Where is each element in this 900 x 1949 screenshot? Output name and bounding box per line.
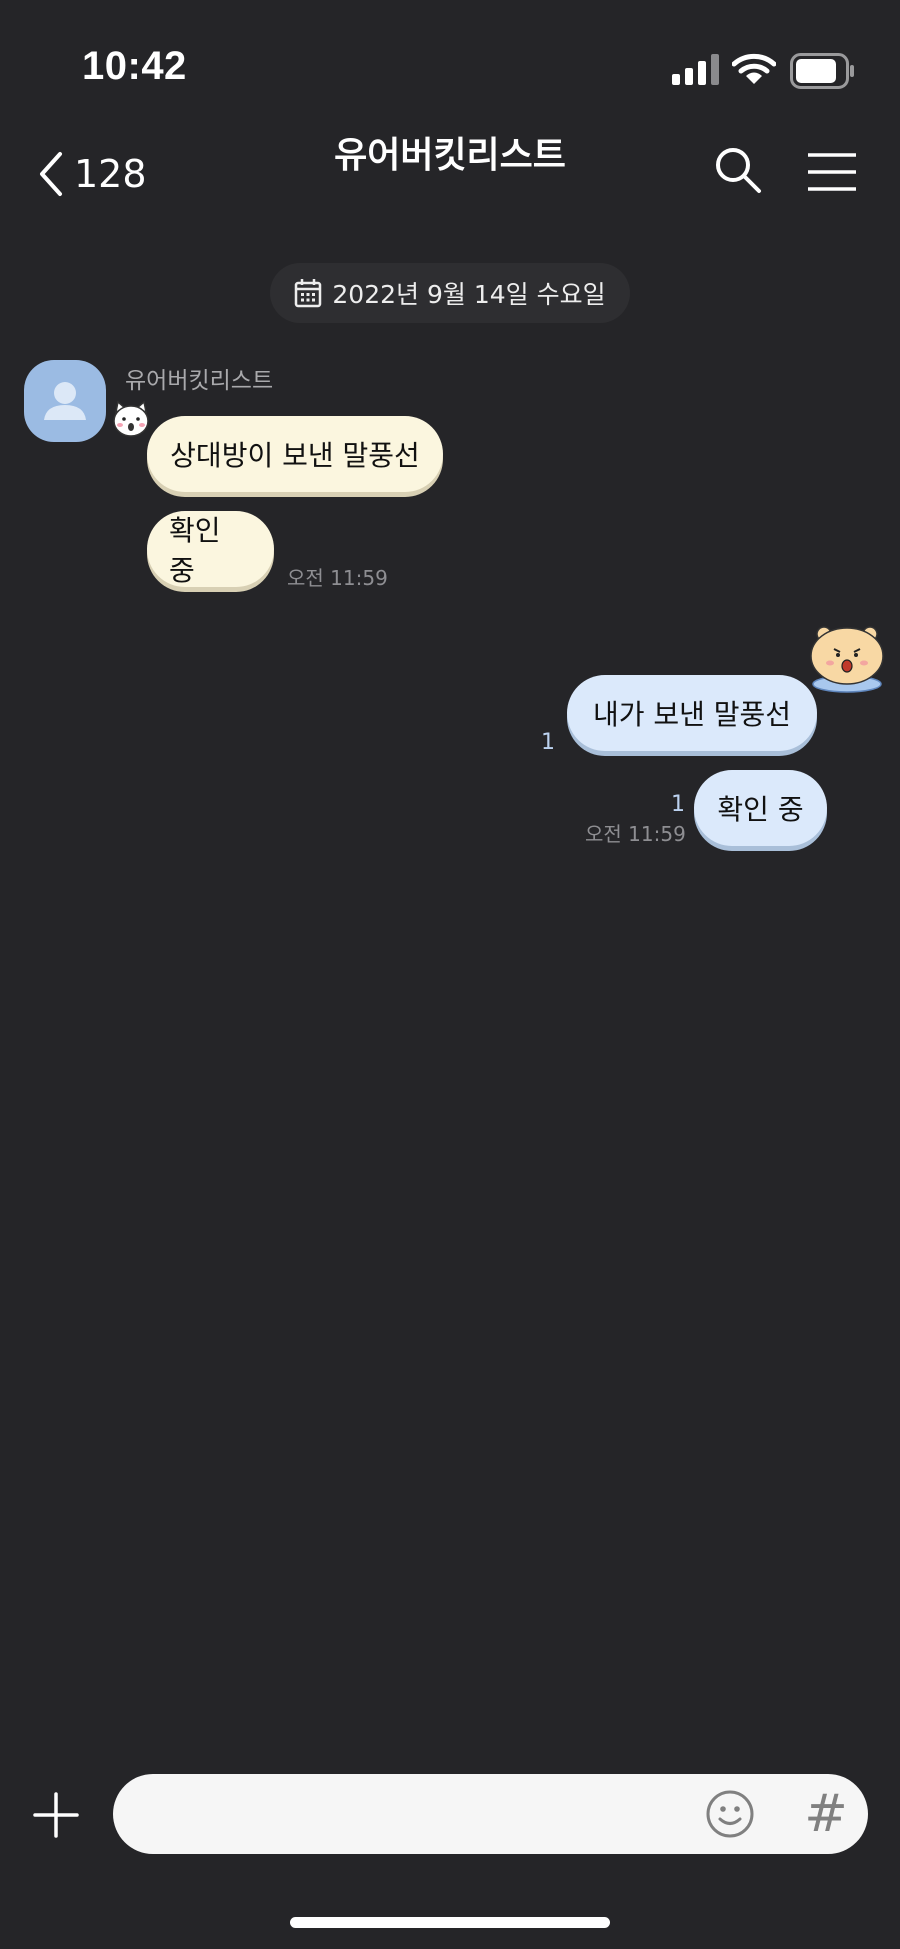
received-message-bubble[interactable]: 확인 중 xyxy=(147,511,274,587)
sent-message-bubble[interactable]: 확인 중 xyxy=(694,770,827,846)
white-cat-sticker xyxy=(113,400,149,437)
date-text: 2022년 9월 14일 수요일 xyxy=(332,280,606,309)
search-icon[interactable] xyxy=(714,146,762,194)
sent-message-bubble[interactable]: 내가 보낸 말풍선 xyxy=(567,675,817,751)
hashtag-icon[interactable]: # xyxy=(801,1782,851,1846)
calendar-icon xyxy=(295,279,322,308)
wifi-icon xyxy=(732,53,776,84)
message-time: 오전 11:59 xyxy=(287,566,388,590)
message-input-bar: # xyxy=(113,1774,868,1856)
status-time: 10:42 xyxy=(82,44,187,88)
battery-icon xyxy=(790,53,854,89)
home-indicator xyxy=(290,1917,610,1928)
unread-count: 1 xyxy=(671,792,685,817)
hamburger-menu-icon[interactable] xyxy=(806,152,858,192)
emoji-face-icon[interactable] xyxy=(705,1789,755,1839)
received-message-bubble[interactable]: 상대방이 보낸 말풍선 xyxy=(147,416,443,492)
plus-icon[interactable] xyxy=(32,1791,80,1839)
date-divider: 2022년 9월 14일 수요일 xyxy=(270,263,630,323)
sender-name: 유어버킷리스트 xyxy=(125,368,274,394)
avatar[interactable] xyxy=(24,360,106,442)
cellular-signal-icon xyxy=(672,54,719,85)
message-time: 오전 11:59 xyxy=(585,822,686,846)
unread-count: 1 xyxy=(541,730,555,755)
message-input[interactable] xyxy=(141,1774,665,1856)
default-person-icon xyxy=(44,382,86,420)
chat-title: 유어버킷리스트 xyxy=(334,135,566,176)
yellow-bear-sticker xyxy=(810,626,884,693)
